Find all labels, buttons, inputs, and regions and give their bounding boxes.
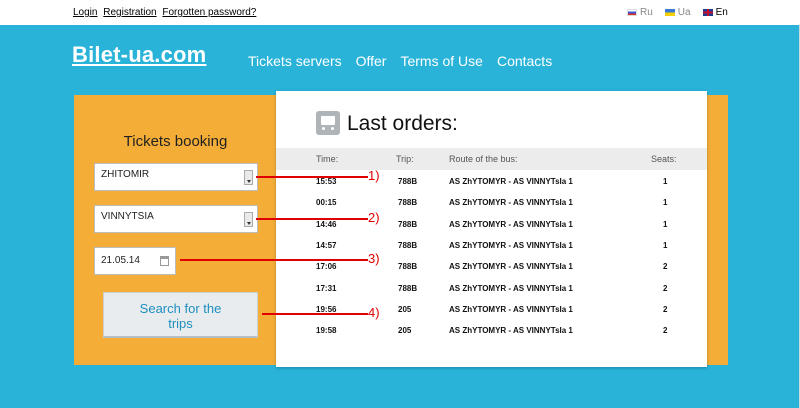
order-route: AS ZhYTOMYR - AS VINNYTsIa 1 [449, 304, 573, 314]
uk-flag-icon [702, 9, 713, 16]
order-seats: 1 [663, 177, 668, 186]
from-city-value: ZHITOMIR [101, 169, 150, 180]
chevron-down-icon[interactable] [244, 212, 253, 227]
order-seats: 1 [663, 198, 668, 208]
order-seats: 2 [663, 304, 668, 314]
calendar-icon[interactable] [160, 256, 169, 266]
annotation-label-4: 4) [368, 305, 380, 320]
orders-table-header: Time: Trip: Route of the bus: Seats: [276, 148, 707, 170]
order-seats: 2 [663, 326, 668, 336]
language-switcher: Ru Ua En [627, 7, 728, 18]
lang-en[interactable]: En [702, 7, 728, 18]
nav-contacts[interactable]: Contacts [497, 53, 552, 69]
column-time: Time: [316, 154, 339, 164]
main-area: Bilet-ua.com Tickets servers Offer Terms… [0, 25, 800, 408]
main-nav: Tickets servers Offer Terms of Use Conta… [248, 53, 552, 69]
annotation-line-3 [180, 259, 368, 261]
annotation-label-2: 2) [368, 210, 380, 225]
bus-icon [316, 111, 340, 135]
order-seats: 2 [663, 283, 668, 293]
date-field[interactable]: 21.05.14 [94, 247, 176, 275]
table-row: 17:31 788B AS ZhYTOMYR - AS VINNYTsIa 1 2 [276, 278, 707, 299]
order-route: AS ZhYTOMYR - AS VINNYTsIa 1 [449, 262, 573, 272]
column-route: Route of the bus: [449, 154, 518, 164]
ukraine-flag-icon [664, 9, 675, 16]
lang-ru[interactable]: Ru [627, 7, 653, 18]
column-trip: Trip: [396, 154, 414, 164]
orders-panel-backdrop [706, 95, 728, 365]
top-bar: Login Registration Forgotten password? R… [0, 0, 800, 25]
table-row: 14:46 788B AS ZhYTOMYR - AS VINNYTsIa 1 1 [276, 214, 707, 235]
order-trip: 788B [398, 240, 418, 250]
lang-ua-label: Ua [677, 7, 691, 18]
table-row: 14:57 788B AS ZhYTOMYR - AS VINNYTsIa 1 1 [276, 235, 707, 256]
order-time: 00:15 [316, 198, 337, 208]
nav-tickets-servers[interactable]: Tickets servers [248, 53, 342, 69]
to-city-value: VINNYTSIA [101, 211, 154, 222]
table-row: 19:56 205 AS ZhYTOMYR - AS VINNYTsIa 12 [276, 299, 707, 320]
search-trips-label-line1: Search for the [139, 301, 222, 316]
annotation-label-1: 1) [368, 168, 380, 183]
order-route: AS ZhYTOMYR - AS VINNYTsIa 1 [449, 177, 573, 186]
order-time: 17:06 [316, 262, 337, 272]
order-time: 14:46 [316, 219, 337, 229]
order-route: AS ZhYTOMYR - AS VINNYTsIa 1 [449, 219, 573, 229]
table-row: 19:58 205 AS ZhYTOMYR - AS VINNYTsIa 1 2 [276, 320, 707, 341]
from-city-select[interactable]: ZHITOMIR [94, 163, 258, 191]
table-row: 00:15 788B AS ZhYTOMYR - AS VINNYTsIa 1 1 [276, 192, 707, 213]
order-route: AS ZhYTOMYR - AS VINNYTsIa 1 [449, 326, 573, 336]
account-links: Login Registration Forgotten password? [73, 7, 259, 18]
chevron-down-icon[interactable] [244, 170, 253, 185]
forgotten-password-link[interactable]: Forgotten password? [162, 7, 256, 18]
order-trip: 205 [398, 326, 412, 336]
annotation-label-3: 3) [368, 251, 380, 266]
last-orders-title: Last orders: [347, 112, 458, 135]
order-trip: 788B [398, 262, 418, 272]
last-orders-panel: Last orders: Time: Trip: Route of the bu… [276, 91, 707, 367]
booking-panel: Tickets booking ZHITOMIR VINNYTSIA 21.05… [74, 95, 277, 365]
order-seats: 2 [663, 262, 668, 272]
order-time: 15:53 [316, 177, 337, 186]
lang-ru-label: Ru [640, 7, 653, 18]
search-trips-label-line2: trips [168, 316, 193, 331]
search-trips-button[interactable]: Search for the trips [103, 292, 258, 338]
lang-ua[interactable]: Ua [664, 7, 691, 18]
order-time: 17:31 [316, 283, 337, 293]
order-route: AS ZhYTOMYR - AS VINNYTsIa 1 [449, 240, 573, 250]
to-city-select[interactable]: VINNYTSIA [94, 205, 258, 233]
order-time: 19:58 [316, 326, 337, 336]
order-trip: 788B [398, 283, 418, 293]
russia-flag-icon [627, 9, 637, 16]
site-logo[interactable]: Bilet-ua.com [72, 42, 206, 68]
registration-link[interactable]: Registration [103, 7, 156, 18]
order-route: AS ZhYTOMYR - AS VINNYTsIa 1 [449, 283, 573, 293]
order-trip: 205 [398, 304, 412, 314]
order-seats: 1 [663, 240, 668, 250]
annotation-line-2 [256, 218, 368, 220]
order-trip: 788B [398, 198, 418, 208]
lang-en-label: En [715, 7, 728, 18]
annotation-line-1 [256, 176, 368, 178]
login-link[interactable]: Login [73, 7, 97, 18]
table-row: 15:53 788B AS ZhYTOMYR - AS VINNYTsIa 1 1 [276, 171, 707, 192]
order-trip: 788B [398, 219, 418, 229]
order-trip: 788B [398, 177, 418, 186]
nav-terms-of-use[interactable]: Terms of Use [400, 53, 482, 69]
nav-offer[interactable]: Offer [356, 53, 387, 69]
column-seats: Seats: [651, 154, 677, 164]
date-value: 21.05.14 [101, 255, 140, 266]
annotation-line-4 [262, 313, 368, 315]
booking-title: Tickets booking [123, 133, 228, 150]
order-route: AS ZhYTOMYR - AS VINNYTsIa 1 [449, 198, 573, 208]
order-seats: 1 [663, 219, 668, 229]
order-time: 14:57 [316, 240, 337, 250]
